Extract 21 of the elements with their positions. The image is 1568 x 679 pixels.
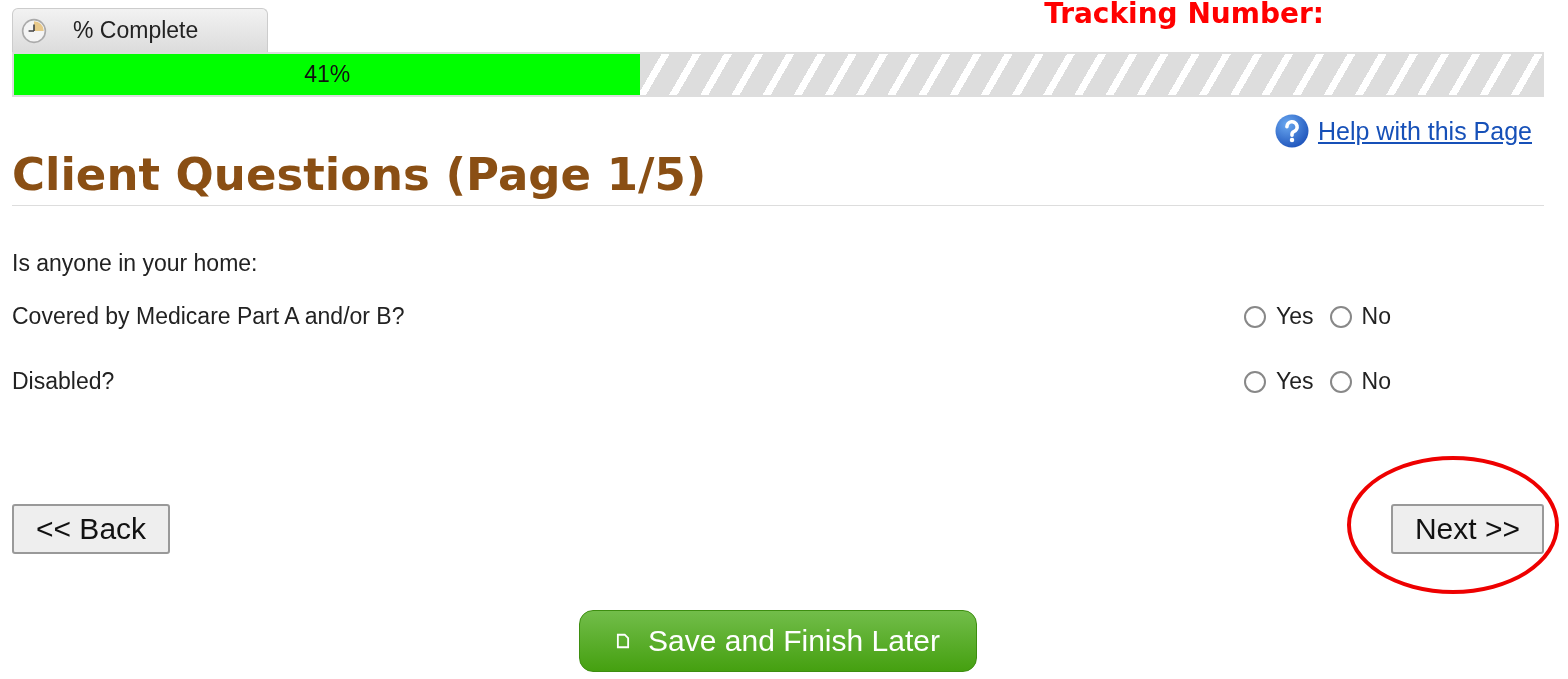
clock-icon [21, 17, 47, 44]
document-icon [616, 633, 631, 649]
tracking-number-label: Tracking Number: [1044, 0, 1324, 28]
page-heading: Client Questions (Page 1/5) [12, 149, 1544, 206]
radio-button[interactable] [1244, 305, 1266, 328]
option-label[interactable]: Yes [1276, 303, 1314, 330]
next-button[interactable]: Next >> [1390, 504, 1544, 554]
radio-button[interactable] [1329, 370, 1352, 393]
question-intro: Is anyone in your home: [12, 250, 259, 278]
radio-button[interactable] [1329, 305, 1352, 328]
option-label[interactable]: No [1361, 303, 1391, 330]
progress-reading: 41% [304, 61, 351, 88]
radio-button[interactable] [1244, 370, 1266, 393]
help-link[interactable]: Help with this Page [1274, 113, 1532, 149]
tab-label: % Complete [73, 17, 199, 44]
question-text: Covered by Medicare Part A and/or B? [12, 303, 406, 330]
help-icon [1274, 113, 1310, 149]
option-label[interactable]: No [1361, 368, 1391, 395]
question-text: Disabled? [12, 368, 116, 395]
back-button[interactable]: << Back [12, 504, 171, 554]
option-label[interactable]: Yes [1276, 368, 1314, 395]
